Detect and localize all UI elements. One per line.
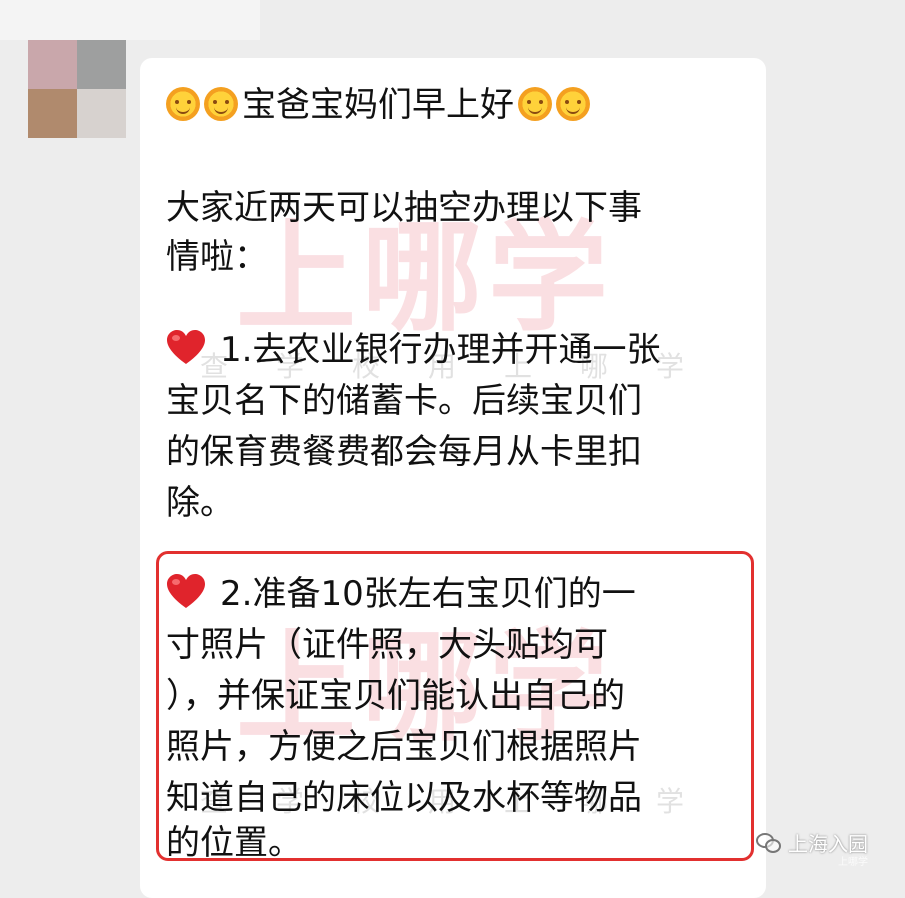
top-background <box>0 0 260 40</box>
avatar[interactable] <box>28 40 126 138</box>
item1-line-2: 宝贝名下的储蓄卡。后续宝贝们 <box>166 381 642 421</box>
item2-line-2: 寸照片（证件照，大头贴均可 <box>166 625 608 665</box>
sun-face-icon <box>518 87 552 121</box>
item1-line-4: 除。 <box>166 483 234 523</box>
sun-face-icon <box>166 87 200 121</box>
greeting-line: 宝爸宝妈们早上好 <box>166 80 594 130</box>
sun-face-icon <box>556 87 590 121</box>
item2-line-3: ），并保证宝贝们能认出自己的 <box>166 676 625 716</box>
greeting-text: 宝爸宝妈们早上好 <box>242 85 514 125</box>
source-sub: 上哪学 <box>838 857 868 868</box>
item2-line-4: 照片，方便之后宝贝们根据照片 <box>166 727 642 767</box>
item2-line-6: 的位置。 <box>166 823 302 863</box>
heart-icon <box>166 330 206 366</box>
intro-line-2: 情啦： <box>166 237 268 277</box>
intro-line-1: 大家近两天可以抽空办理以下事 <box>166 188 642 228</box>
item2-line-1: 2.准备10张左右宝贝们的一 <box>166 569 636 619</box>
item1-line-3: 的保育费餐费都会每月从卡里扣 <box>166 432 642 472</box>
wechat-icon <box>756 832 781 853</box>
heart-icon <box>166 574 206 610</box>
item1-line-1: 1.去农业银行办理并开通一张 <box>166 325 660 375</box>
sun-face-icon <box>204 87 238 121</box>
item2-line-5: 知道自己的床位以及水杯等物品 <box>166 778 642 818</box>
